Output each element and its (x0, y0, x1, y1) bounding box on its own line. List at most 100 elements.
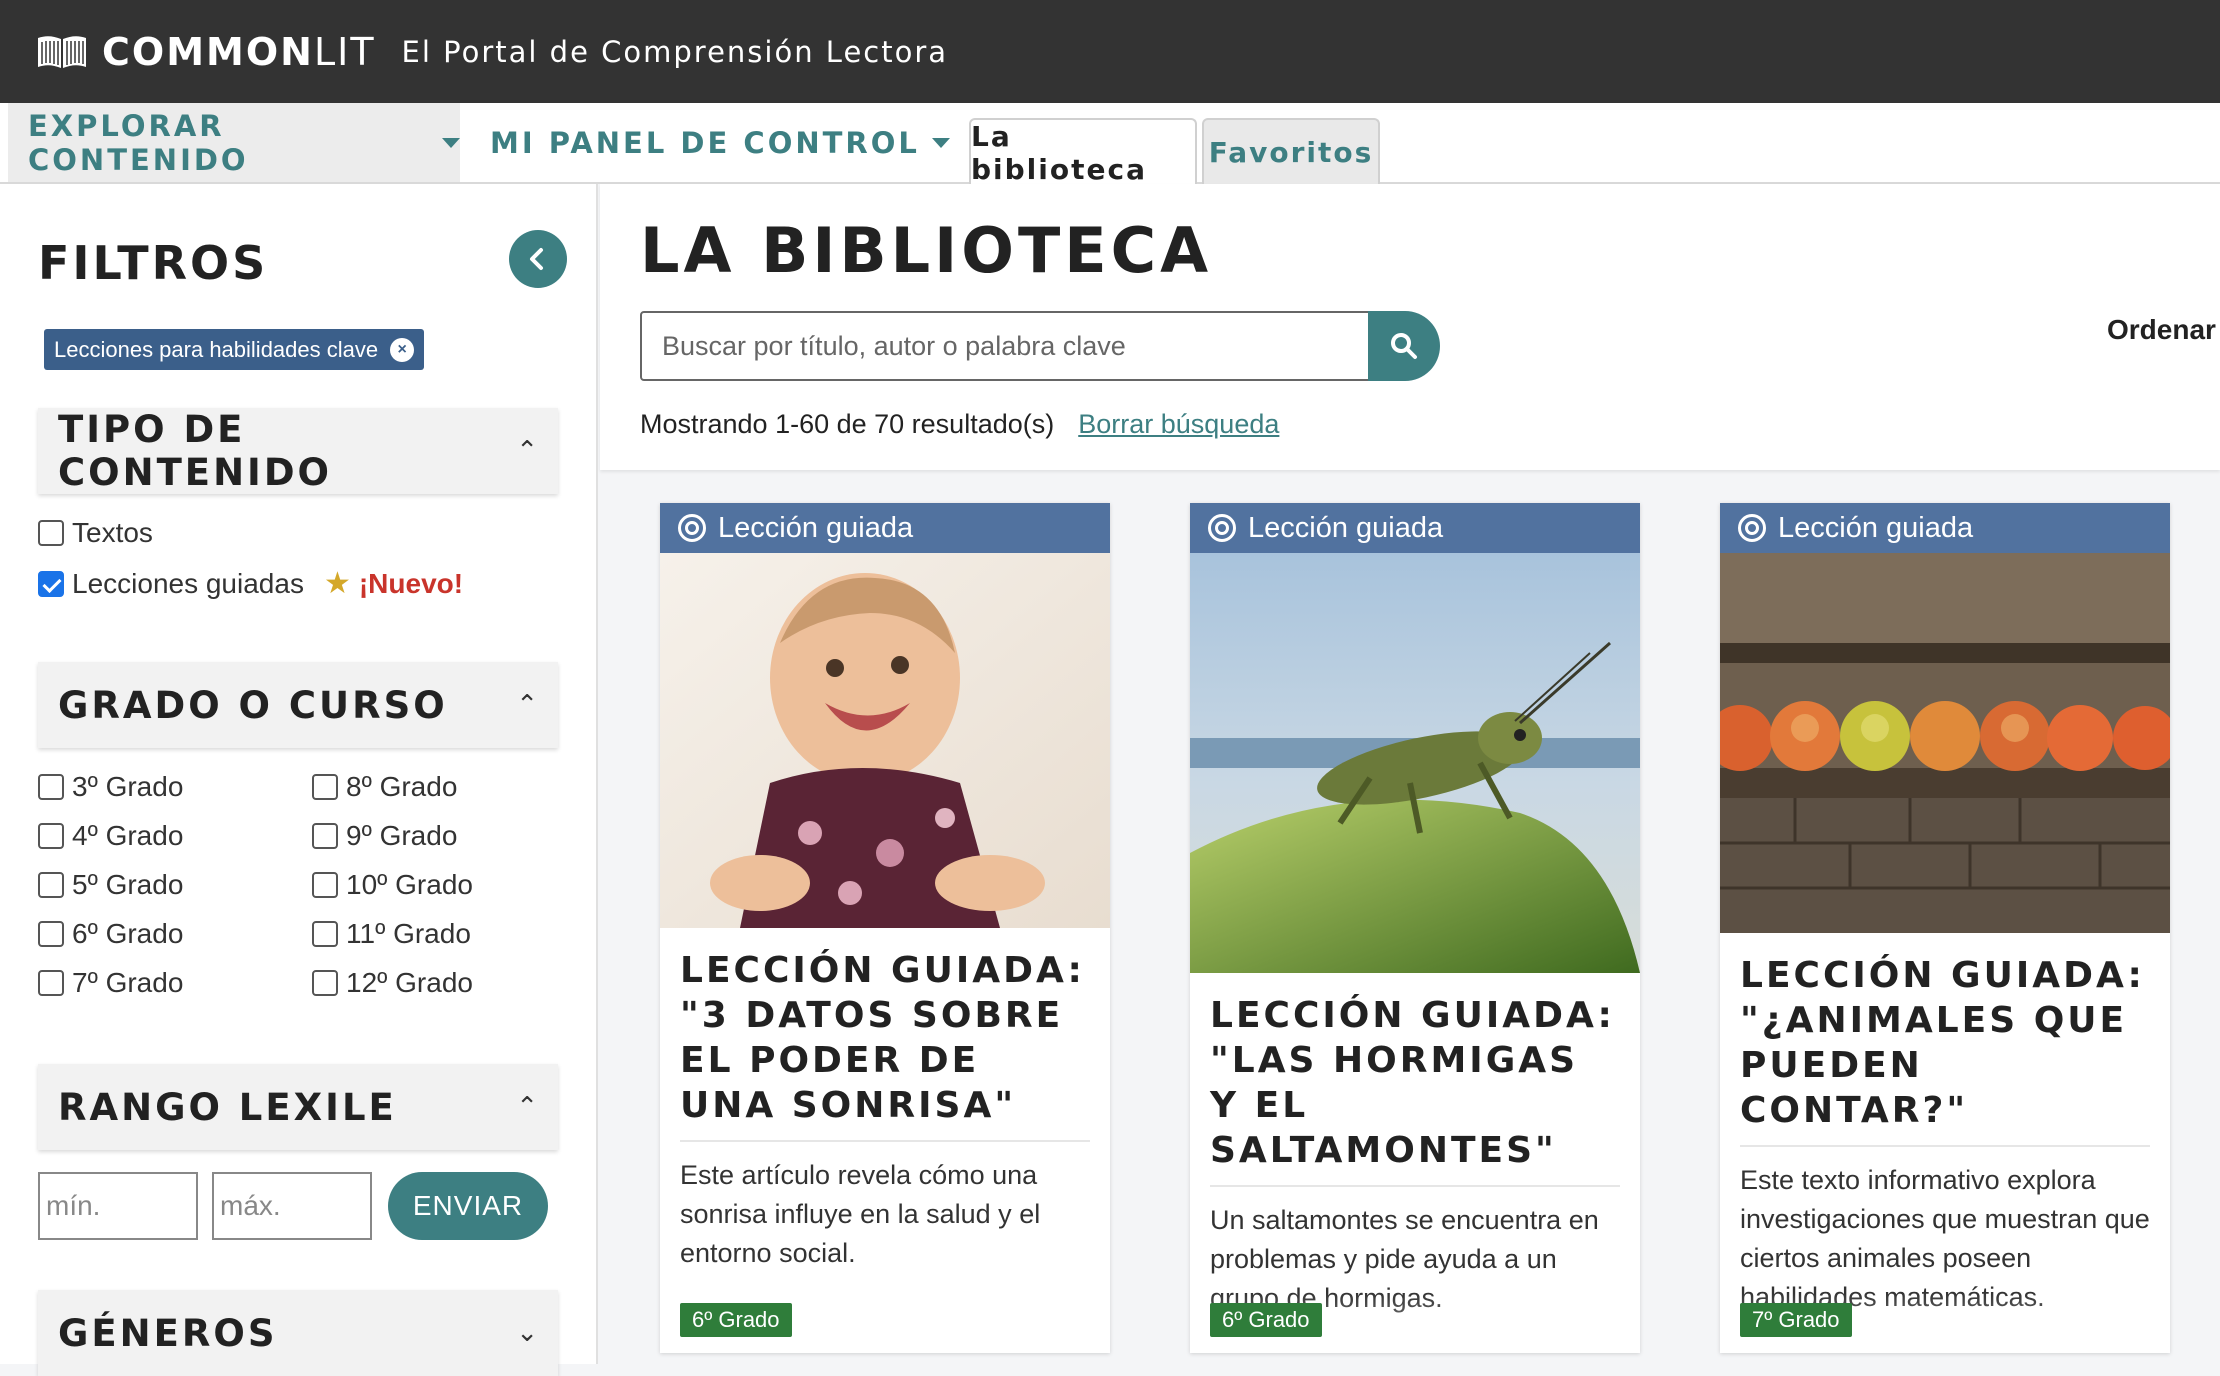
lesson-tag: Lección guiada (1190, 503, 1640, 553)
filter-grade[interactable]: 11º Grado (312, 918, 471, 950)
card-title[interactable]: LECCIÓN GUIADA: "LAS HORMIGAS Y EL SALTA… (1190, 973, 1640, 1185)
checkbox-label: 3º Grado (72, 771, 184, 802)
checkbox[interactable] (312, 823, 338, 849)
rango-lexile-header[interactable]: RANGO LEXILE ⌃ (38, 1064, 558, 1150)
baby-smiling-image[interactable] (660, 553, 1110, 928)
explorar-contenido-menu[interactable]: EXPLORAR CONTENIDO (8, 103, 460, 182)
checkbox-label: 12º Grado (346, 967, 473, 998)
chevron-left-icon (530, 248, 543, 270)
lesson-card[interactable]: Lección guiada LECCIÓN GUIADA: "3 DATOS … (660, 503, 1110, 1353)
checkbox[interactable] (38, 921, 64, 947)
search-input[interactable]: Buscar por título, autor o palabra clave (640, 311, 1370, 381)
card-description: Este texto informativo explora investiga… (1740, 1165, 2150, 1312)
checkbox[interactable] (38, 570, 64, 597)
clear-search-link[interactable]: Borrar búsqueda (1078, 409, 1279, 439)
section-heading: RANGO LEXILE (58, 1085, 397, 1129)
brand-light: LIT (313, 29, 376, 74)
brand-logo[interactable]: COMMONLIT (102, 30, 376, 74)
target-icon (1208, 514, 1236, 542)
chevron-up-icon: ⌃ (516, 690, 538, 720)
lesson-tag: Lección guiada (1720, 503, 2170, 553)
checkbox-label: 9º Grado (346, 820, 458, 851)
checkbox-label: Lecciones guiadas (72, 567, 304, 599)
sort-label[interactable]: Ordenar (2107, 314, 2216, 346)
section-heading: TIPO DE CONTENIDO (58, 408, 332, 494)
grasshopper-image[interactable] (1190, 553, 1640, 973)
tab-biblioteca[interactable]: La biblioteca (969, 118, 1197, 186)
mi-panel-menu[interactable]: MI PANEL DE CONTROL (470, 103, 950, 182)
checkbox-label: 5º Grado (72, 869, 184, 900)
search-button[interactable] (1368, 311, 1440, 381)
lexile-submit-button[interactable]: ENVIAR (388, 1172, 548, 1240)
grade-badge: 6º Grado (1210, 1303, 1322, 1337)
section-heading: GRADO O CURSO (58, 683, 448, 727)
target-icon (1738, 514, 1766, 542)
nav-row: EXPLORAR CONTENIDO MI PANEL DE CONTROL L… (0, 103, 2220, 186)
checkbox-label: 8º Grado (346, 771, 458, 802)
filter-grade[interactable]: 10º Grado (312, 869, 473, 901)
chip-label: Lecciones para habilidades clave (54, 336, 379, 362)
checkbox-label: 6º Grado (72, 918, 184, 949)
card-description: Un saltamontes se encuentra en problemas… (1210, 1205, 1599, 1313)
page-title: LA BIBLIOTECA (640, 214, 1213, 287)
filter-grade[interactable]: 5º Grado (38, 869, 183, 901)
tab-favoritos[interactable]: Favoritos (1202, 118, 1380, 184)
checkbox[interactable] (38, 872, 64, 898)
filter-grade[interactable]: 12º Grado (312, 967, 473, 999)
library-header: LA BIBLIOTECA Buscar por título, autor o… (600, 184, 2220, 470)
card-title[interactable]: LECCIÓN GUIADA: "3 DATOS SOBRE EL PODER … (660, 928, 1110, 1140)
checkbox[interactable] (38, 823, 64, 849)
checkbox[interactable] (38, 520, 64, 546)
active-filter-chip: Lecciones para habilidades clave × (44, 329, 425, 370)
checkbox[interactable] (38, 970, 64, 996)
lesson-card[interactable]: Lección guiada LECCIÓN GUIADA: "LAS HORM… (1190, 503, 1640, 1353)
checkbox[interactable] (312, 921, 338, 947)
tagline: El Portal de Comprensión Lectora (401, 34, 949, 69)
filters-title: FILTROS (38, 236, 269, 290)
results-count: Mostrando 1-60 de 70 resultado(s) Borrar … (640, 409, 1279, 440)
results-text: Mostrando 1-60 de 70 resultado(s) (640, 409, 1055, 439)
tag-label: Lección guiada (718, 511, 914, 544)
filter-grade[interactable]: 6º Grado (38, 918, 183, 950)
remove-filter-icon[interactable]: × (390, 337, 415, 362)
grade-badge: 6º Grado (680, 1303, 792, 1337)
lesson-card[interactable]: Lección guiada LECCIÓN GUIADA: "¿ANIMALE… (1720, 503, 2170, 1353)
filter-grade[interactable]: 8º Grado (312, 771, 457, 803)
brand-bold: COMMON (102, 29, 314, 74)
generos-header[interactable]: GÉNEROS ⌄ (38, 1290, 558, 1376)
checkbox-label: 10º Grado (346, 869, 473, 900)
apples-on-shelf-image[interactable] (1720, 553, 2170, 933)
top-bar: COMMONLIT El Portal de Comprensión Lecto… (0, 0, 2220, 103)
tipo-contenido-header[interactable]: TIPO DE CONTENIDO ⌃ (38, 408, 558, 494)
card-title[interactable]: LECCIÓN GUIADA: "¿ANIMALES QUE PUEDEN CO… (1720, 933, 2170, 1145)
card-description: Este artículo revela cómo una sonrisa in… (680, 1160, 1041, 1268)
chevron-up-icon: ⌃ (516, 1092, 538, 1122)
lexile-max-input[interactable]: máx. (212, 1172, 372, 1240)
filter-textos[interactable]: Textos (38, 517, 153, 549)
checkbox-label: 4º Grado (72, 820, 184, 851)
target-icon (678, 514, 706, 542)
section-heading: GÉNEROS (58, 1311, 278, 1355)
filter-grade[interactable]: 4º Grado (38, 820, 183, 852)
new-badge: ¡Nuevo! (358, 567, 464, 599)
checkbox[interactable] (38, 774, 64, 800)
checkbox[interactable] (312, 774, 338, 800)
checkbox-label: Textos (72, 517, 153, 548)
grado-curso-header[interactable]: GRADO O CURSO ⌃ (38, 662, 558, 748)
caret-down-icon (931, 137, 950, 148)
checkbox[interactable] (312, 872, 338, 898)
filter-grade[interactable]: 3º Grado (38, 771, 183, 803)
lexile-min-input[interactable]: mín. (38, 1172, 198, 1240)
book-logo-icon[interactable] (36, 34, 88, 70)
chevron-up-icon: ⌃ (516, 436, 538, 466)
explorar-label: EXPLORAR CONTENIDO (28, 108, 249, 177)
search-icon (1391, 333, 1417, 359)
tag-label: Lección guiada (1248, 511, 1444, 544)
filter-grade[interactable]: 9º Grado (312, 820, 457, 852)
star-icon: ★ (323, 567, 351, 600)
filter-grade[interactable]: 7º Grado (38, 967, 183, 999)
collapse-sidebar-button[interactable] (509, 230, 567, 288)
checkbox[interactable] (312, 970, 338, 996)
filter-lecciones-guiadas[interactable]: Lecciones guiadas ★ ¡Nuevo! (38, 566, 463, 601)
checkbox-label: 7º Grado (72, 967, 184, 998)
